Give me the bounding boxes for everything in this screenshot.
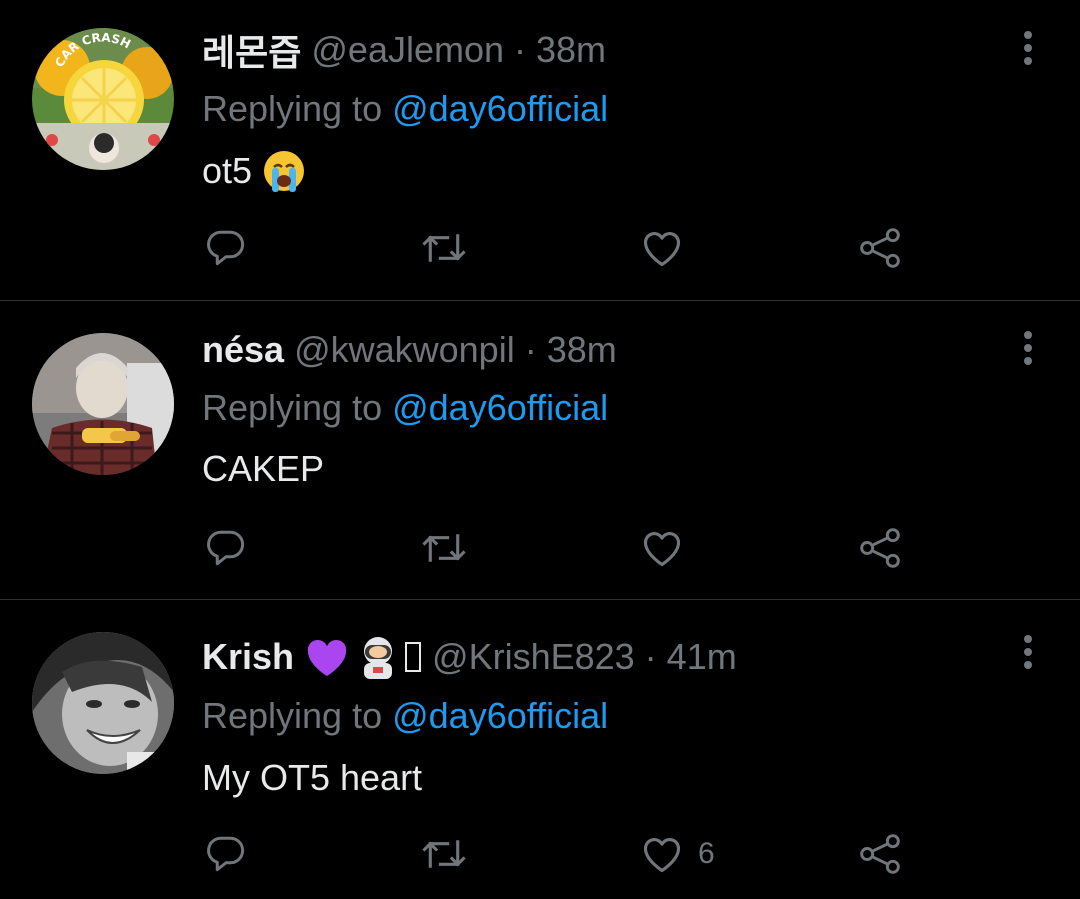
tweet-2[interactable]: nésa @kwakwonpil · 38m Replying to @day6…: [0, 301, 1080, 599]
separator: ·: [514, 29, 527, 70]
retweet-icon: [422, 234, 466, 262]
retweet-button[interactable]: [420, 829, 468, 879]
share-button[interactable]: [858, 523, 902, 573]
display-name[interactable]: nésa: [202, 329, 284, 371]
replying-to: Replying to @day6official: [202, 385, 608, 431]
like-icon: [643, 838, 681, 873]
tweet-text: CAKEP: [202, 446, 324, 492]
avatar-image-person: [32, 333, 174, 475]
like-count: 6: [698, 837, 715, 870]
loudly-crying-face-emoji: [262, 149, 306, 193]
avatar[interactable]: [32, 333, 174, 475]
reply-feed: CAR CRASH 레몬즙 @eaJlemon · 38m Replying t…: [0, 0, 1080, 899]
replying-to: Replying to @day6official: [202, 86, 608, 132]
retweet-icon: [422, 534, 466, 562]
timestamp[interactable]: 38m: [547, 329, 617, 371]
like-icon: [643, 232, 681, 267]
tweet-body: ot5: [202, 150, 253, 191]
reply-button[interactable]: [205, 523, 247, 573]
timestamp[interactable]: 41m: [667, 636, 737, 678]
display-name[interactable]: 레몬즙: [202, 24, 301, 76]
reply-button[interactable]: [205, 223, 247, 273]
tweet-header: nésa @kwakwonpil · 38m: [202, 327, 617, 373]
retweet-button[interactable]: [420, 523, 468, 573]
reply-icon: [207, 530, 245, 566]
mention-link[interactable]: @day6official: [392, 387, 608, 429]
reply-button[interactable]: [205, 829, 247, 879]
more-options-icon[interactable]: [1008, 328, 1048, 368]
avatar[interactable]: CAR CRASH: [32, 28, 174, 170]
replying-to-label: Replying to: [202, 387, 383, 428]
tweet-header: 레몬즙 @eaJlemon · 38m: [202, 27, 606, 73]
share-icon: [860, 228, 900, 268]
username[interactable]: @kwakwonpil: [294, 329, 515, 371]
display-name[interactable]: Krish: [202, 636, 294, 678]
replying-to-label: Replying to: [202, 695, 383, 736]
like-button[interactable]: [640, 223, 684, 273]
username[interactable]: @eaJlemon: [311, 29, 504, 71]
mention-link[interactable]: @day6official: [392, 88, 608, 130]
tweet-body: My OT5 heart: [202, 757, 423, 798]
replying-to-label: Replying to: [202, 88, 383, 129]
share-icon: [860, 528, 900, 568]
replying-to: Replying to @day6official: [202, 693, 608, 739]
reply-icon: [207, 836, 245, 872]
retweet-button[interactable]: [420, 223, 468, 273]
like-button[interactable]: [640, 523, 684, 573]
tweet-text: My OT5 heart: [202, 755, 422, 801]
like-icon: [643, 532, 681, 567]
missing-glyph: [404, 641, 422, 673]
share-button[interactable]: [858, 829, 902, 879]
tweet-body: CAKEP: [202, 448, 325, 489]
avatar[interactable]: [32, 632, 174, 774]
more-options-icon[interactable]: [1008, 28, 1048, 68]
avatar-image-lemon: CAR CRASH: [32, 28, 174, 170]
tweet-1[interactable]: CAR CRASH 레몬즙 @eaJlemon · 38m Replying t…: [0, 0, 1080, 300]
purple-heart-emoji: [304, 636, 350, 678]
tweet-header: Krish @KrishE823 · 41m: [202, 634, 737, 680]
reply-icon: [207, 230, 245, 266]
timestamp[interactable]: 38m: [536, 29, 606, 71]
mention-link[interactable]: @day6official: [392, 695, 608, 737]
share-icon: [860, 834, 900, 874]
more-options-icon[interactable]: [1008, 632, 1048, 672]
retweet-icon: [422, 840, 466, 868]
separator: ·: [644, 636, 657, 677]
username[interactable]: @KrishE823: [432, 636, 635, 678]
tweet-3[interactable]: Krish @KrishE823 · 41m Replying to @day6…: [0, 600, 1080, 899]
tweet-text: ot5: [202, 148, 306, 194]
astronaut-emoji: [356, 635, 400, 679]
separator: ·: [524, 329, 537, 370]
share-button[interactable]: [858, 223, 902, 273]
like-button[interactable]: 6: [640, 829, 715, 879]
avatar-image-smiling-person: [32, 632, 174, 774]
